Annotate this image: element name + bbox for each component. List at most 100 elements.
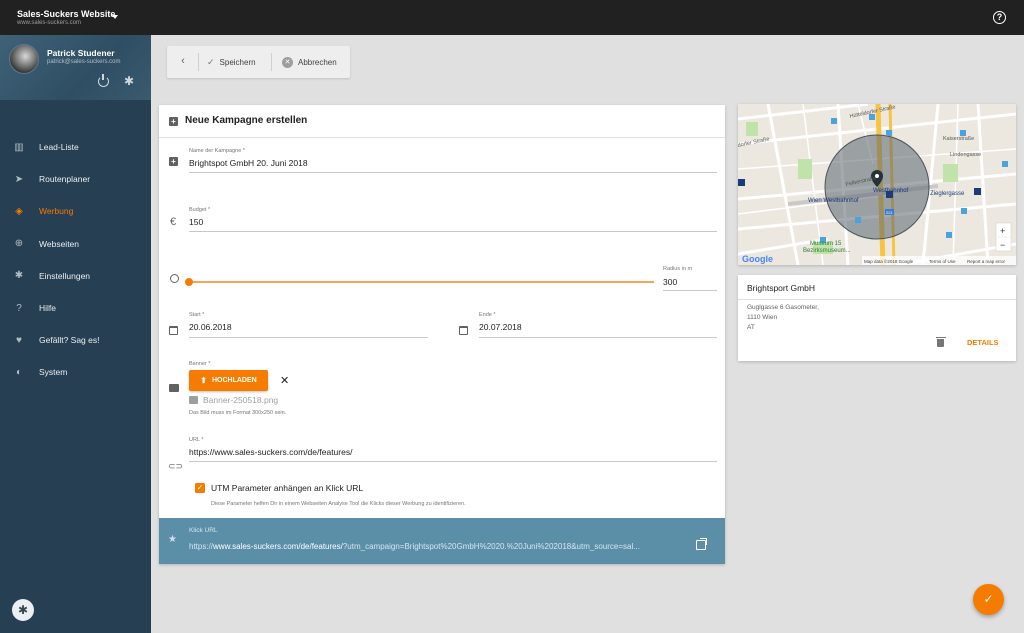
map-label: Bezirksmuseum... — [803, 248, 851, 254]
radius-underline — [663, 290, 717, 291]
user-settings-gear-icon[interactable]: ✱ — [124, 74, 134, 88]
radius-slider-thumb[interactable] — [185, 278, 193, 286]
url-label: URL * — [189, 437, 204, 443]
sidebar-item-gef-llt-sag-es[interactable]: ♥ Gefällt? Sag es! — [0, 324, 151, 356]
map-canvas: Hütteldorfer Straße dorfer Straße Felber… — [738, 104, 1016, 265]
settings-gear-icon[interactable]: ✱ — [12, 599, 34, 621]
banner-hint: Das Bild muss im Format 300x250 sein. — [189, 410, 287, 416]
image-icon — [169, 384, 179, 392]
click-url-main: www.sales-suckers.com/de/features/ — [213, 542, 343, 551]
gear-icon: ✱ — [14, 270, 24, 282]
check-icon: ✓ — [207, 56, 215, 67]
address-line: 1110 Wien — [747, 314, 778, 321]
report-error-link: Report a map error — [967, 259, 1006, 264]
campaign-icon: + — [169, 157, 178, 166]
end-label: Ende * — [479, 312, 496, 318]
terms-link: Terms of Use — [929, 259, 956, 264]
sidebar-item-label: Lead-Liste — [39, 142, 79, 153]
url-input[interactable]: https://www.sales-suckers.com/de/feature… — [189, 447, 352, 457]
click-url-prefix: https:// — [189, 542, 214, 551]
card-header: + Neue Kampagne erstellen — [159, 105, 725, 138]
help-icon[interactable]: ? — [993, 11, 1006, 24]
globe-icon: ⊕ — [14, 238, 24, 250]
sidebar-item-webseiten[interactable]: ⊕ Webseiten — [0, 228, 151, 260]
action-toolbar: ‹ ✓ Speichern ✕ Abbrechen — [167, 46, 350, 78]
euro-icon: € — [169, 216, 177, 228]
radius-circle-icon — [170, 274, 179, 283]
calendar-icon — [169, 326, 178, 335]
utm-hint: Diese Parameter helfen Dir in einem Webs… — [211, 501, 466, 507]
campaign-name-input[interactable]: Brightspot GmbH 20. Juni 2018 — [189, 158, 308, 168]
radius-input[interactable]: 300 — [663, 277, 677, 287]
open-in-new-icon[interactable] — [696, 538, 707, 550]
name-label: Name der Kampagne * — [189, 148, 245, 154]
upload-button[interactable]: ⬆ HOCHLADEN — [189, 370, 268, 391]
back-chevron-icon[interactable]: ‹ — [175, 55, 191, 67]
map-label: Lindengasse — [950, 152, 981, 158]
save-button[interactable]: ✓ Speichern — [207, 46, 256, 78]
page-title: Neue Kampagne erstellen — [185, 115, 308, 126]
sidebar-item-werbung[interactable]: ◈ Werbung — [0, 195, 151, 227]
click-url-value: https://www.sales-suckers.com/de/feature… — [189, 542, 679, 551]
navigation-icon: ➤ — [14, 173, 24, 185]
sidebar-item-label: Webseiten — [39, 238, 80, 249]
user-panel: Patrick Studener patrick@sales-suckers.c… — [0, 35, 151, 100]
upload-icon: ⬆ — [200, 376, 207, 385]
click-url-query: ?utm_campaign=Brightspot%20GmbH%2020.%20… — [342, 542, 640, 551]
sidebar-item-hilfe[interactable]: ? Hilfe — [0, 292, 151, 324]
confirm-fab-check-icon[interactable]: ✓ — [973, 584, 1004, 615]
user-name: Patrick Studener — [47, 48, 115, 58]
power-icon[interactable] — [98, 74, 109, 87]
sidebar-item-lead-liste[interactable]: ▥ Lead-Liste — [0, 131, 151, 163]
budget-label: Budget * — [189, 207, 211, 213]
toolbar-divider — [271, 53, 272, 71]
budget-input[interactable]: 150 — [189, 217, 203, 227]
sidebar-item-label: Routenplaner — [39, 174, 91, 185]
details-button[interactable]: DETAILS — [967, 338, 999, 347]
sidebar-item-label: System — [39, 367, 68, 378]
trash-icon[interactable] — [935, 336, 946, 347]
sidebar-nav: ▥ Lead-Liste ➤ Routenplaner ◈ Werbung ⊕ Webseit… — [0, 131, 151, 389]
start-label: Start * — [189, 312, 205, 318]
cancel-button[interactable]: ✕ Abbrechen — [282, 46, 337, 78]
zoom-out-button: − — [1000, 240, 1005, 250]
location-title: Brightsport GmbH — [747, 283, 816, 293]
banner-file-name: Banner-250518.png — [203, 395, 279, 405]
building-icon: ▥ — [14, 141, 24, 153]
heart-icon: ♥ — [16, 334, 22, 346]
start-date-input[interactable]: 20.06.2018 — [189, 322, 232, 332]
utm-checkbox[interactable]: ✓ — [195, 483, 205, 493]
utm-checkbox-label[interactable]: UTM Parameter anhängen an Klick URL — [211, 483, 363, 493]
calendar-icon — [459, 326, 468, 335]
sidebar-item-label: Hilfe — [39, 303, 57, 314]
sidebar-item-einstellungen[interactable]: ✱ Einstellungen — [0, 260, 151, 292]
address-line: Guglgasse 6 Gasometer, — [747, 304, 819, 311]
start-underline — [189, 337, 428, 338]
sidebar-item-routenplaner[interactable]: ➤ Routenplaner — [0, 163, 151, 195]
site-title[interactable]: Sales-Suckers Website — [17, 9, 115, 19]
cancel-icon: ✕ — [282, 56, 293, 68]
cancel-label: Abbrechen — [298, 57, 337, 67]
radius-slider-track[interactable] — [189, 281, 654, 283]
location-card: Brightsport GmbH Guglgasse 6 Gasometer, … — [738, 275, 1016, 361]
click-url-bar: ★ Klick URL https://www.sales-suckers.co… — [159, 518, 725, 564]
remove-banner-close-icon[interactable]: ✕ — [280, 374, 289, 387]
click-url-label: Klick URL — [189, 527, 218, 534]
site-url: www.sales-suckers.com — [17, 20, 82, 26]
site-switcher-caret-icon[interactable] — [112, 15, 118, 19]
end-underline — [479, 337, 717, 338]
location-divider — [738, 299, 1016, 300]
map[interactable]: Hütteldorfer Straße dorfer Straße Felber… — [738, 104, 1016, 265]
save-label: Speichern — [219, 57, 256, 67]
sidebar: Patrick Studener patrick@sales-suckers.c… — [0, 35, 151, 633]
sidebar-item-label: Gefällt? Sag es! — [39, 335, 100, 346]
map-label: 221 — [886, 210, 893, 215]
google-logo: Google — [742, 254, 773, 264]
sidebar-item-system[interactable]: ◐ System — [0, 356, 151, 388]
avatar[interactable] — [9, 44, 39, 74]
map-label: Zieglergasse — [930, 191, 965, 197]
map-label: Museum 15 — [810, 241, 842, 247]
sidebar-item-label: Einstellungen — [39, 270, 91, 281]
end-date-input[interactable]: 20.07.2018 — [479, 322, 522, 332]
url-underline — [189, 461, 717, 462]
